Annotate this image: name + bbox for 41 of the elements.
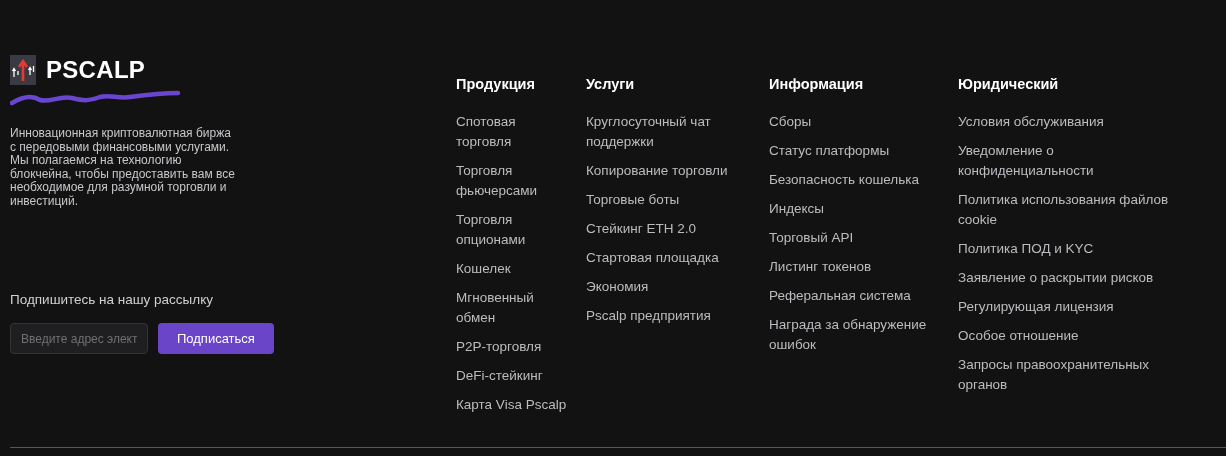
footer-link[interactable]: Торговые боты [586, 190, 680, 210]
footer-link[interactable]: Pscalp предприятия [586, 306, 711, 326]
newsletter-label: Подпишитесь на нашу рассылку [10, 292, 213, 307]
footer-link[interactable]: Регулирующая лицензия [958, 297, 1114, 317]
footer-link[interactable]: Стартовая площадка [586, 248, 719, 268]
footer-link[interactable]: Копирование торговли [586, 161, 728, 181]
footer-link[interactable]: Индексы [769, 199, 825, 219]
footer-link[interactable]: Уведомление о конфиденциальности [958, 141, 1094, 181]
footer-link[interactable]: Особое отношение [958, 326, 1079, 346]
footer-link[interactable]: P2P-торговля [456, 337, 542, 357]
column-heading: Услуги [586, 76, 635, 92]
footer-link[interactable]: Торговый API [769, 228, 854, 248]
footer-link[interactable]: Статус платформы [769, 141, 890, 161]
email-input-field[interactable]: Введите адрес элект [10, 323, 148, 354]
footer-link[interactable]: Стейкинг ETH 2.0 [586, 219, 696, 239]
footer-link[interactable]: Листинг токенов [769, 257, 872, 277]
footer-link[interactable]: Безопасность кошелька [769, 170, 919, 190]
footer-link[interactable]: Запросы правоохранительных органов [958, 355, 1150, 395]
column-heading: Юридический [958, 76, 1059, 92]
footer-link[interactable]: DeFi-стейкинг [456, 366, 543, 386]
footer-link[interactable]: Карта Visa Pscalp [456, 395, 567, 415]
brand-name: PSCALP [46, 56, 146, 84]
column-heading: Продукция [456, 76, 535, 92]
footer-link[interactable]: Политика использования файлов cookie [958, 190, 1169, 230]
footer-link[interactable]: Спотовая торговля [456, 112, 516, 152]
footer-link[interactable]: Условия обслуживания [958, 112, 1104, 132]
footer-link[interactable]: Награда за обнаружение ошибок [769, 315, 927, 355]
brand-description: Инновационная криптовалютная биржа с передовыми финансовыми услугами. Мы полагаемся на технологию блокчейна, чтобы предоставить вам все необходимое для разумной торговли и инвестиций. [10, 127, 235, 208]
footer-link[interactable]: Экономия [586, 277, 649, 297]
subscribe-button[interactable]: Подписаться [158, 323, 274, 354]
footer-link[interactable]: Торговля опционами [456, 210, 526, 250]
footer-link[interactable]: Мгновенный обмен [456, 288, 534, 328]
footer-link[interactable]: Реферальная система [769, 286, 911, 306]
footer-link[interactable]: Политика ПОД и KYC [958, 239, 1094, 259]
footer-link[interactable]: Сборы [769, 112, 812, 132]
footer-link[interactable]: Заявление о раскрытии рисков [958, 268, 1154, 288]
footer-link[interactable]: Кошелек [456, 259, 511, 279]
footer-link[interactable]: Торговля фьючерсами [456, 161, 538, 201]
column-heading: Информация [769, 76, 864, 92]
logo-icon [10, 55, 36, 85]
footer-link[interactable]: Круглосуточный чат поддержки [586, 112, 711, 152]
